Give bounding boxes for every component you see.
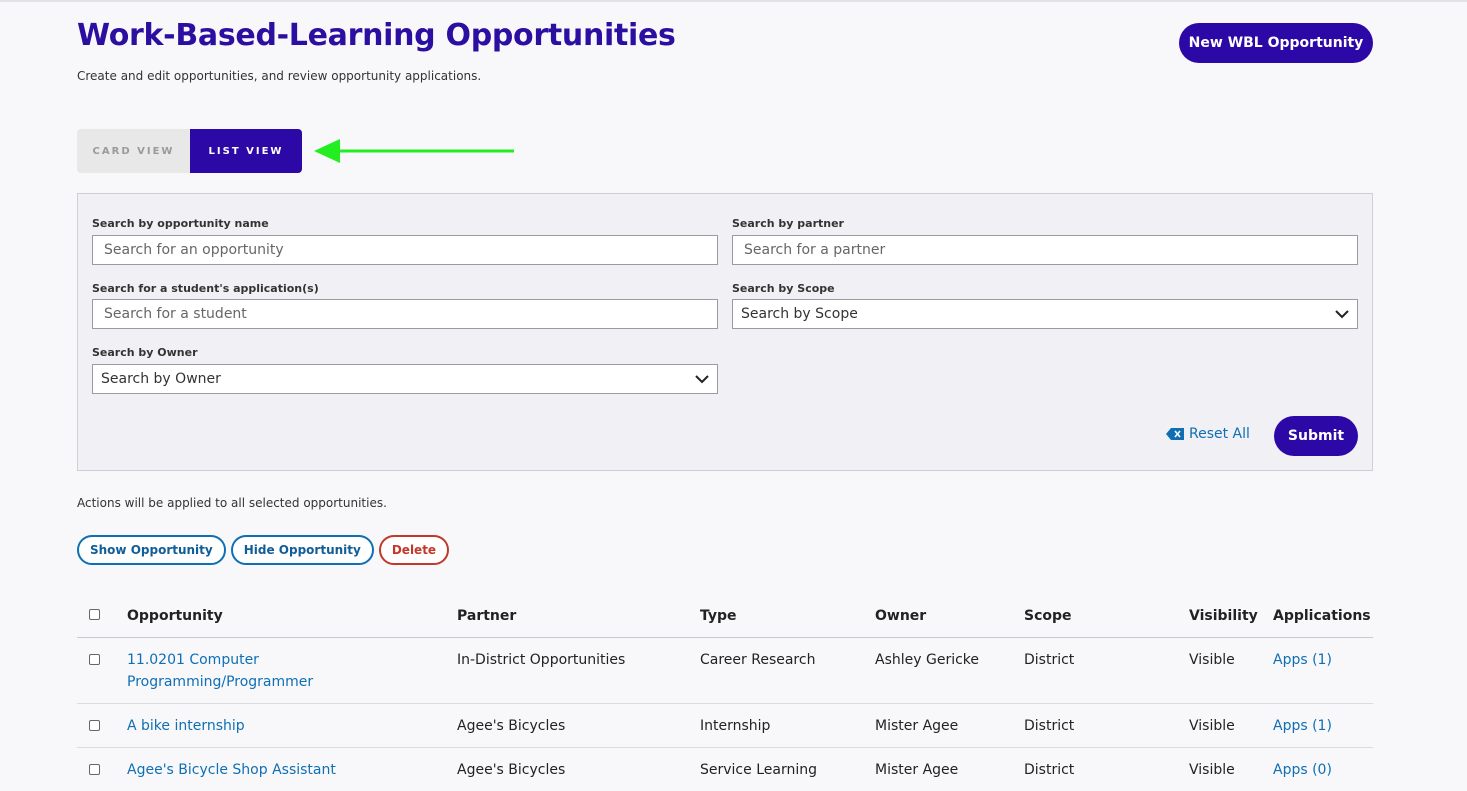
owner-cell: Mister Agee — [875, 762, 959, 778]
partner-cell: In-District Opportunities — [457, 652, 626, 668]
select-all-checkbox[interactable] — [89, 609, 100, 620]
type-cell: Service Learning — [700, 762, 817, 778]
delete-button[interactable]: Delete — [378, 535, 450, 565]
partner-cell: Agee's Bicycles — [457, 718, 566, 734]
submit-button[interactable]: Submit — [1274, 416, 1358, 456]
student-input[interactable] — [92, 299, 718, 329]
new-wbl-opportunity-button[interactable]: New WBL Opportunity — [1179, 23, 1373, 63]
owner-select-value: Search by Owner — [101, 371, 221, 387]
applications-link[interactable]: Apps (0) — [1273, 759, 1332, 781]
partner-label: Search by partner — [732, 217, 844, 230]
opportunities-table: Opportunity Partner Type Owner Scope Vis… — [77, 598, 1373, 791]
column-header-scope[interactable]: Scope — [1024, 605, 1072, 627]
column-header-type[interactable]: Type — [700, 605, 737, 627]
visibility-cell: Visible — [1189, 762, 1235, 778]
reset-all-link[interactable]: Reset All — [1166, 426, 1250, 442]
opportunity-name-line: 11.0201 Computer — [127, 652, 259, 668]
hide-opportunity-button[interactable]: Hide Opportunity — [230, 535, 374, 565]
table-row: Agee's Bicycle Shop Assistant Agee's Bic… — [77, 748, 1373, 791]
page-title: Work-Based-Learning Opportunities — [77, 18, 676, 53]
type-cell: Career Research — [700, 652, 816, 668]
applications-link[interactable]: Apps (1) — [1273, 715, 1332, 737]
partner-input[interactable] — [732, 235, 1358, 265]
backspace-icon — [1166, 428, 1184, 440]
visibility-cell: Visible — [1189, 652, 1235, 668]
student-label: Search for a student's application(s) — [92, 282, 319, 295]
column-header-partner[interactable]: Partner — [457, 605, 516, 627]
actions-note: Actions will be applied to all selected … — [77, 496, 387, 510]
bulk-actions: Show Opportunity Hide Opportunity Delete — [77, 535, 450, 565]
table-row: A bike internship Agee's Bicycles Intern… — [77, 704, 1373, 748]
opportunity-name-input[interactable] — [92, 235, 718, 265]
column-header-visibility[interactable]: Visibility — [1189, 605, 1258, 627]
scope-select[interactable]: Search by Scope — [732, 299, 1358, 329]
table-row: 11.0201 Computer Programming/Programmer … — [77, 638, 1373, 704]
row-checkbox[interactable] — [89, 764, 100, 775]
chevron-down-icon — [1335, 309, 1349, 318]
search-panel: Search by opportunity name Search by par… — [77, 193, 1373, 471]
opportunity-link[interactable]: Agee's Bicycle Shop Assistant — [127, 759, 336, 781]
column-header-owner[interactable]: Owner — [875, 605, 926, 627]
show-opportunity-button[interactable]: Show Opportunity — [77, 535, 226, 565]
column-header-opportunity[interactable]: Opportunity — [127, 605, 223, 627]
opportunity-name-label: Search by opportunity name — [92, 217, 269, 230]
visibility-cell: Visible — [1189, 718, 1235, 734]
type-cell: Internship — [700, 718, 771, 734]
partner-cell: Agee's Bicycles — [457, 762, 566, 778]
opportunity-link[interactable]: A bike internship — [127, 715, 245, 737]
owner-cell: Mister Agee — [875, 718, 959, 734]
scope-cell: District — [1024, 652, 1075, 668]
row-checkbox[interactable] — [89, 654, 100, 665]
arrow-left-icon — [314, 139, 514, 163]
table-header: Opportunity Partner Type Owner Scope Vis… — [77, 598, 1373, 638]
scope-cell: District — [1024, 762, 1075, 778]
opportunity-link[interactable]: 11.0201 Computer Programming/Programmer — [127, 649, 313, 693]
page-subtitle: Create and edit opportunities, and revie… — [77, 69, 482, 83]
opportunity-name-line: Programming/Programmer — [127, 674, 314, 690]
applications-link[interactable]: Apps (1) — [1273, 649, 1332, 671]
reset-all-label: Reset All — [1189, 426, 1250, 442]
owner-select[interactable]: Search by Owner — [92, 364, 718, 394]
owner-label: Search by Owner — [92, 346, 198, 359]
tab-card-view[interactable]: CARD VIEW — [77, 129, 190, 173]
tab-list-view[interactable]: LIST VIEW — [190, 129, 302, 173]
chevron-down-icon — [695, 374, 709, 383]
scope-cell: District — [1024, 718, 1075, 734]
scope-select-value: Search by Scope — [741, 306, 858, 322]
owner-cell: Ashley Gericke — [875, 652, 980, 668]
column-header-applications[interactable]: Applications — [1273, 605, 1371, 627]
view-toggle: CARD VIEW LIST VIEW — [77, 129, 302, 173]
scope-label: Search by Scope — [732, 282, 835, 295]
row-checkbox[interactable] — [89, 720, 100, 731]
